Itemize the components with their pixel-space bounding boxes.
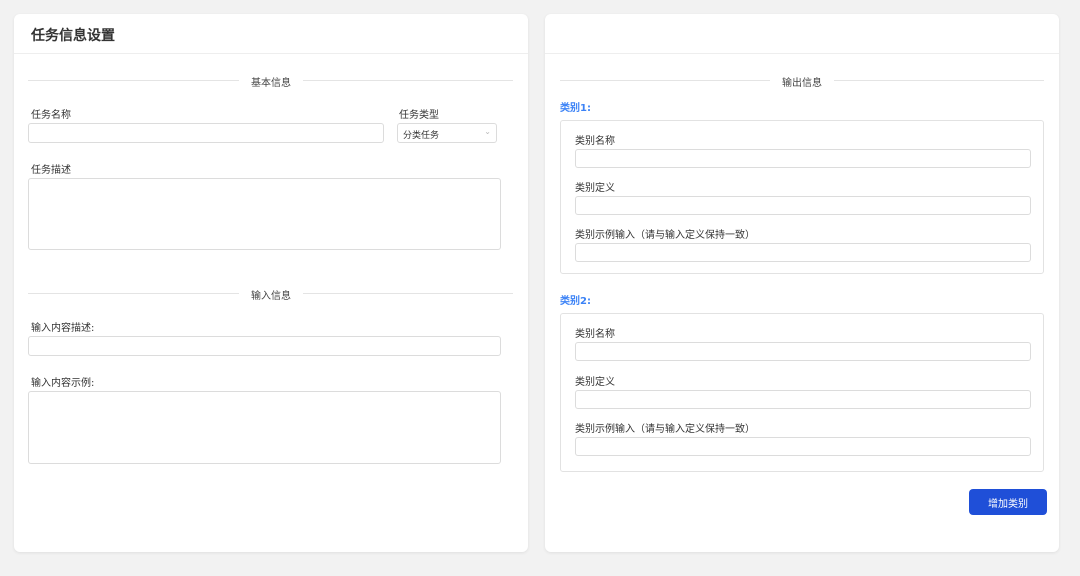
card-header: 任务信息设置 (14, 14, 528, 54)
section-basic-info: 基本信息 (239, 74, 303, 89)
section-output-info: 输出信息 (770, 74, 834, 89)
add-category-button[interactable]: 增加类别 (969, 489, 1047, 515)
task-settings-card: 任务信息设置 基本信息 任务名称 任务类型 分类任务 ⌄ 任务描述 输入信息 输入… (14, 14, 528, 552)
output-card: 输出信息 类别1: 类别名称 类别定义 类别示例输入（请与输入定义保持一致） 类… (545, 14, 1059, 552)
category-example-label: 类别示例输入（请与输入定义保持一致） (575, 226, 755, 241)
category-example-label: 类别示例输入（请与输入定义保持一致） (575, 420, 755, 435)
input-example-label: 输入内容示例: (31, 374, 94, 389)
category-2-example-input[interactable] (575, 437, 1031, 456)
category-1-name-input[interactable] (575, 149, 1031, 168)
page-title: 任务信息设置 (31, 25, 115, 45)
task-type-value: 分类任务 (403, 131, 439, 141)
category-1-title: 类别1: (560, 99, 591, 114)
input-desc-label: 输入内容描述: (31, 319, 94, 334)
category-def-label: 类别定义 (575, 373, 615, 388)
task-type-label: 任务类型 (399, 106, 439, 121)
task-name-label: 任务名称 (31, 106, 71, 121)
category-2-title: 类别2: (560, 292, 591, 307)
input-example-textarea[interactable] (28, 391, 501, 464)
category-1-example-input[interactable] (575, 243, 1031, 262)
input-desc-input[interactable] (28, 336, 501, 356)
task-desc-textarea[interactable] (28, 178, 501, 250)
category-2-def-input[interactable] (575, 390, 1031, 409)
task-name-input[interactable] (28, 123, 384, 143)
task-desc-label: 任务描述 (31, 161, 71, 176)
category-1-def-input[interactable] (575, 196, 1031, 215)
section-input-info: 输入信息 (239, 287, 303, 302)
chevron-down-icon: ⌄ (484, 127, 491, 136)
category-2-name-input[interactable] (575, 342, 1031, 361)
card-header (545, 14, 1059, 54)
category-name-label: 类别名称 (575, 132, 615, 147)
category-name-label: 类别名称 (575, 325, 615, 340)
category-def-label: 类别定义 (575, 179, 615, 194)
task-type-select[interactable]: 分类任务 ⌄ (397, 123, 497, 143)
